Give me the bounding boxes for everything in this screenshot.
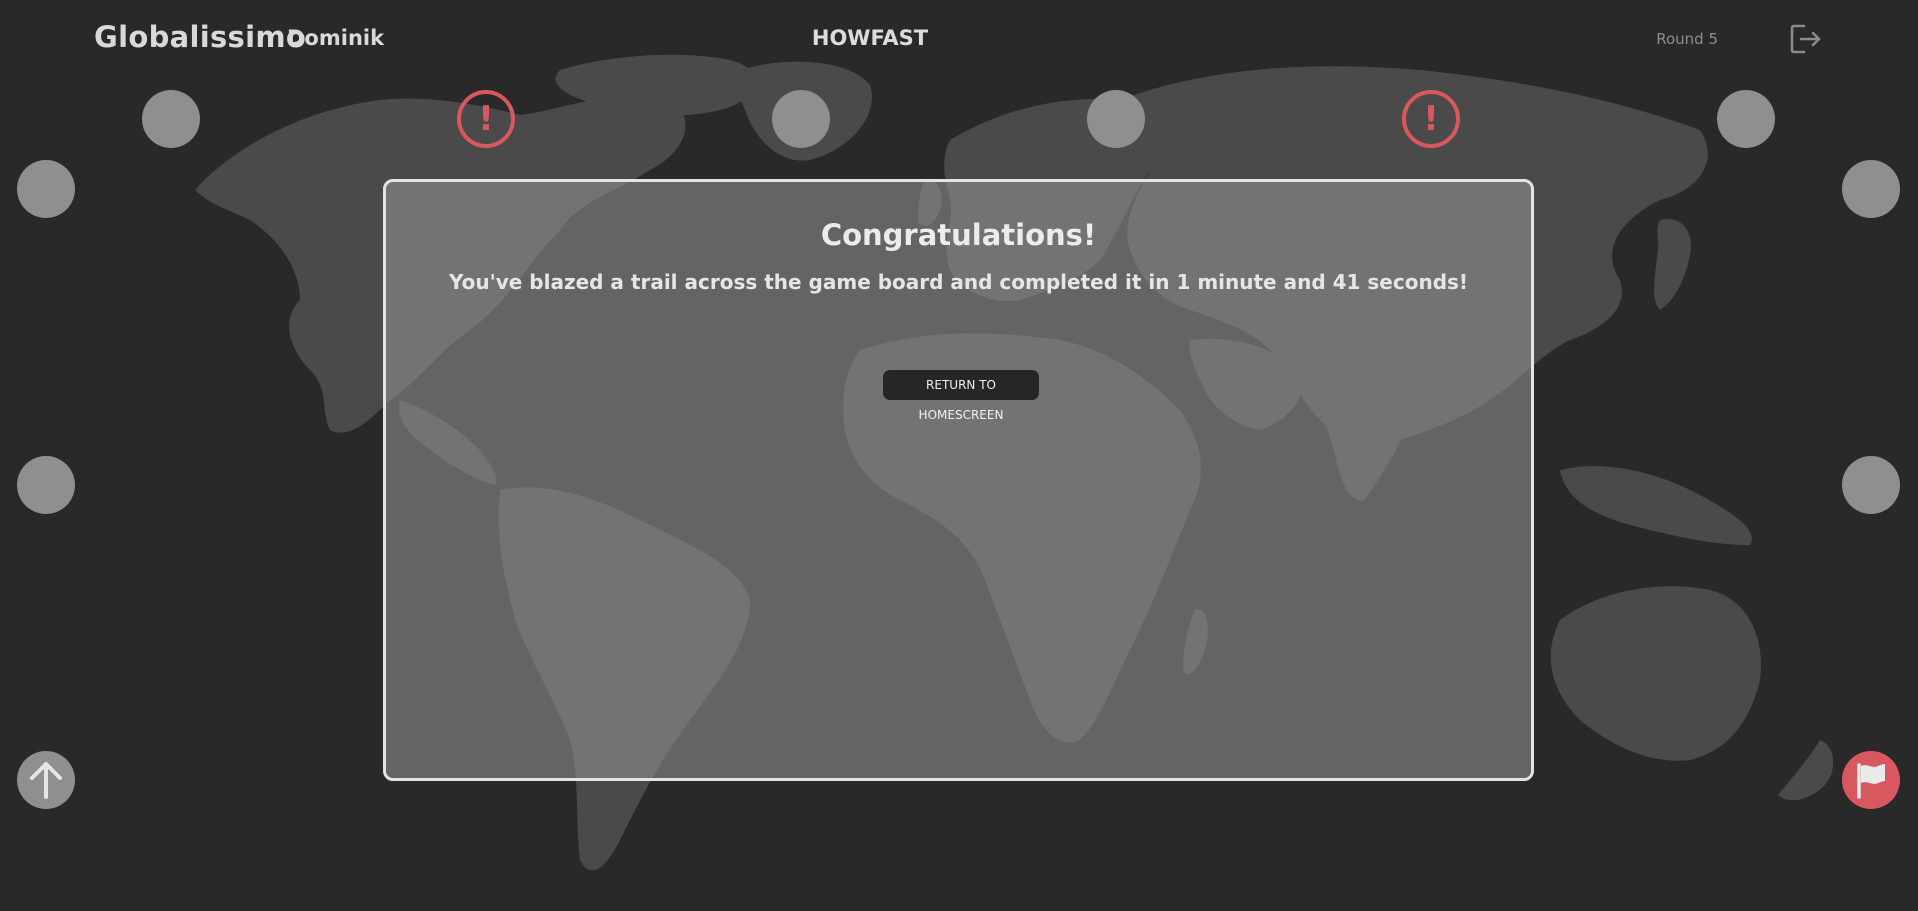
logout-button[interactable] (1788, 22, 1824, 56)
southeast-asia-islands (1560, 466, 1752, 545)
alert-icon: ! (478, 99, 494, 139)
alert-icon: ! (1423, 99, 1439, 139)
board-node[interactable] (17, 456, 75, 514)
finish-node[interactable] (1842, 751, 1900, 809)
board-node-alert[interactable]: ! (1402, 90, 1460, 148)
board-node[interactable] (772, 90, 830, 148)
game-mode-label: HOWFAST (811, 26, 929, 50)
flag-icon (1857, 763, 1885, 799)
start-node[interactable] (17, 751, 75, 809)
game-screen: Globalissimo Dominik HOWFAST Round 5 ! ! (0, 0, 1918, 911)
arrow-up-icon (30, 762, 62, 799)
board-node-alert[interactable]: ! (457, 90, 515, 148)
board-node[interactable] (1842, 456, 1900, 514)
japan (1654, 219, 1691, 310)
logout-icon (1790, 24, 1821, 54)
result-heading: Congratulations! (820, 218, 1097, 252)
continent-australia (1550, 586, 1761, 761)
board-node[interactable] (1087, 90, 1145, 148)
board-node[interactable] (142, 90, 200, 148)
return-to-homescreen-button[interactable]: RETURN TO HOMESCREEN (883, 370, 1039, 422)
round-indicator: Round 5 (1656, 30, 1718, 48)
board-node[interactable] (17, 160, 75, 218)
board-node[interactable] (1717, 90, 1775, 148)
result-message: You've blazed a trail across the game bo… (448, 270, 1469, 294)
new-zealand (1778, 740, 1834, 801)
result-dialog: Congratulations! You've blazed a trail a… (383, 179, 1534, 781)
board-node[interactable] (1842, 160, 1900, 218)
